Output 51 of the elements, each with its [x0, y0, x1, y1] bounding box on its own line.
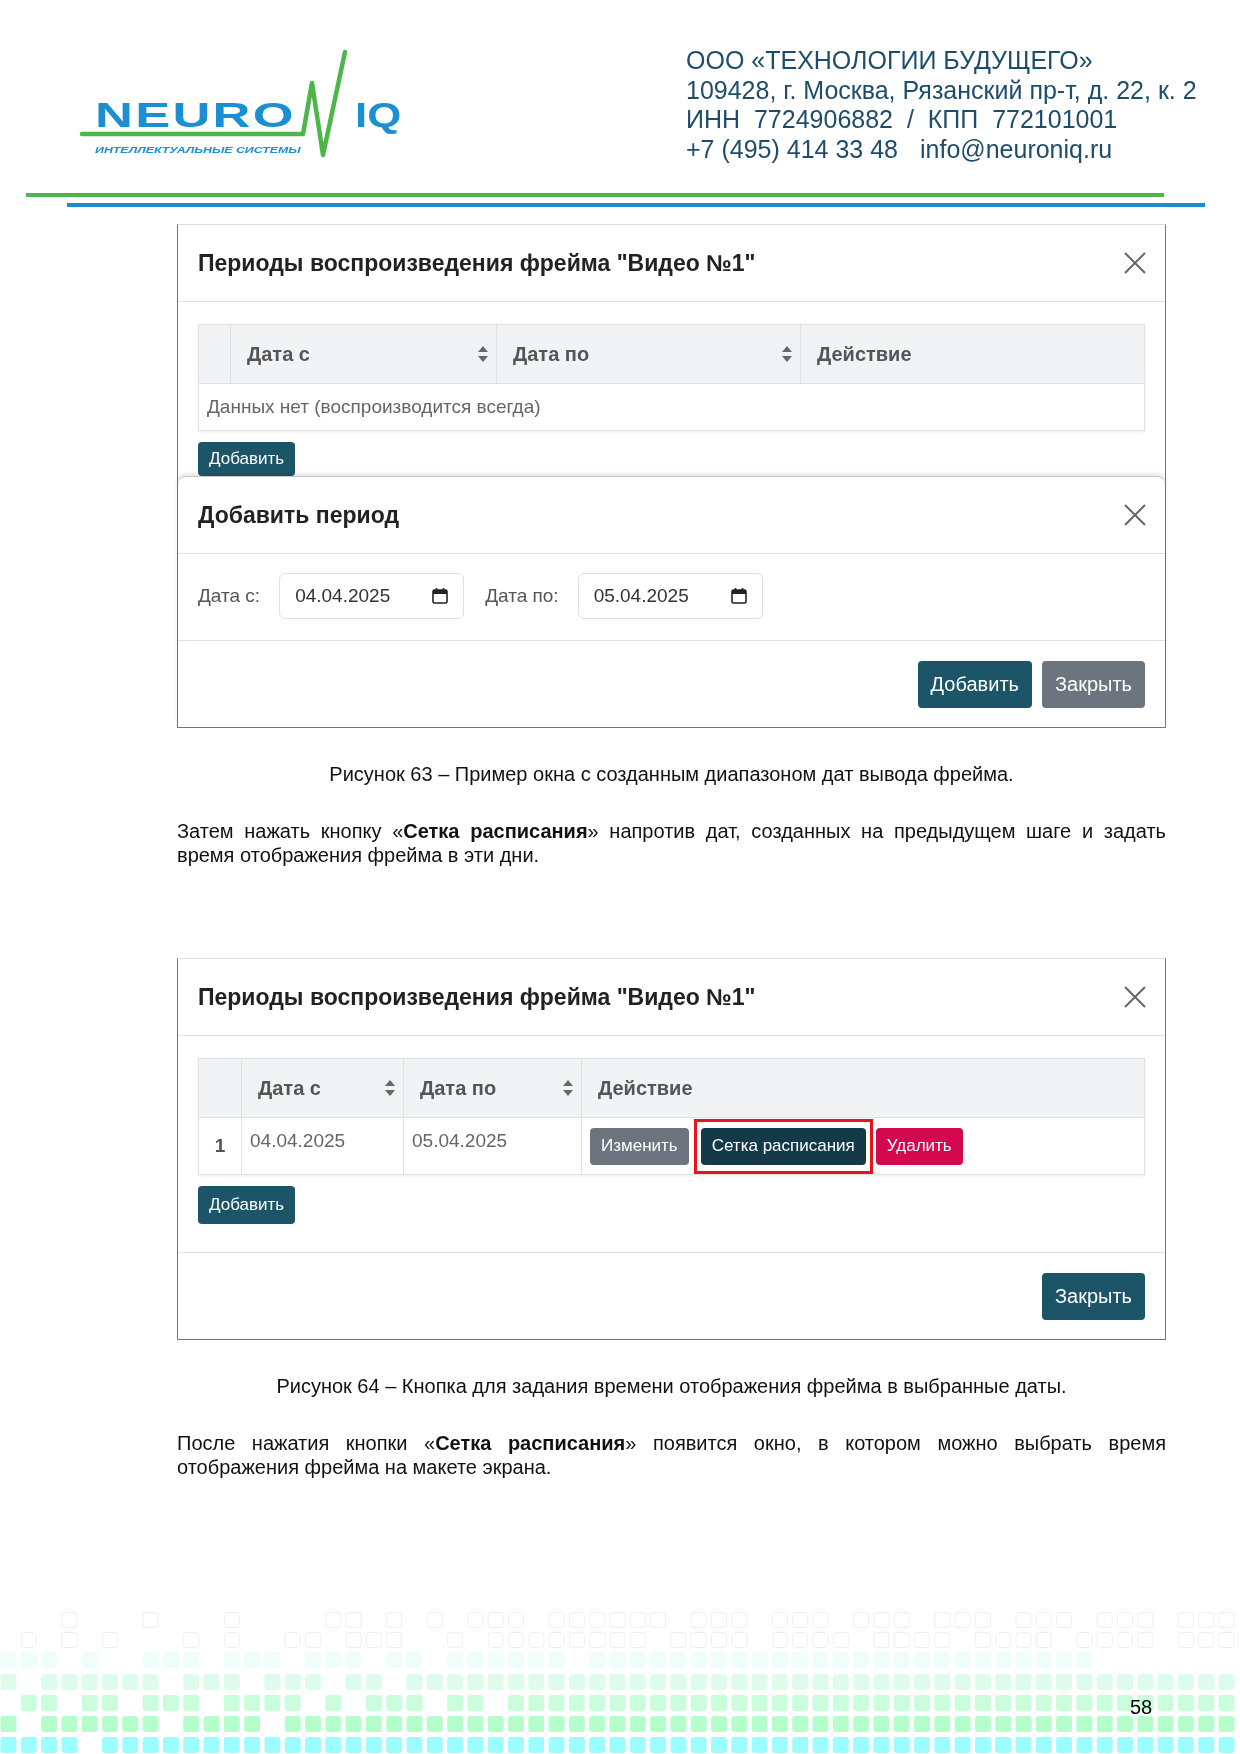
logo-wordmark: IQ — [355, 97, 402, 132]
row-action-button[interactable]: Сетка расписания — [700, 1127, 866, 1165]
dialog-title: Периоды воспроизведения фрейма "Видео №1" — [198, 249, 756, 277]
column-header: Действие — [800, 325, 1144, 383]
add-button[interactable]: Добавить — [198, 442, 296, 476]
column-header[interactable]: Дата по — [403, 1059, 581, 1117]
company-info-line: 109428, г. Москва, Рязанский пр-т, д. 22, к. 2 — [686, 75, 1197, 105]
column-header[interactable]: Дата с — [230, 325, 496, 383]
dialog-button[interactable]: Закрыть — [1041, 661, 1145, 708]
calendar-icon — [730, 588, 747, 604]
close-button[interactable] — [1124, 252, 1146, 274]
page-number: 58 — [1130, 1696, 1153, 1719]
column-header[interactable]: Дата с — [241, 1059, 403, 1117]
dialog-title: Добавить период — [198, 501, 399, 529]
close-button[interactable] — [1124, 986, 1146, 1008]
figure-caption: Рисунок 64 – Кнопка для задания времени отображения фрейма в выбранные даты. — [275, 1374, 1068, 1398]
close-icon — [1124, 504, 1146, 526]
logo-wordmark: NEURO — [95, 97, 296, 132]
field-label: Дата с: — [198, 585, 261, 607]
body-paragraph: После нажатия кнопки «Сетка расписания» появится окно, в котором можно выбрать время отображения фрейма на макете экрана. — [177, 1431, 1166, 1479]
row-action-button[interactable]: Изменить — [590, 1127, 689, 1165]
sort-icon — [782, 346, 792, 362]
dialog-title: Периоды воспроизведения фрейма "Видео №1" — [198, 983, 756, 1011]
date-input[interactable]: 04.04.2025 — [279, 573, 465, 619]
row-action-button[interactable]: Удалить — [875, 1127, 963, 1165]
table-cell: 04.04.2025 — [241, 1118, 403, 1174]
dialog-button[interactable]: Закрыть — [1041, 1273, 1145, 1320]
body-paragraph: Затем нажать кнопку «Сетка расписания» напротив дат, созданных на предыдущем шаге и задать время отображения фрейма в эти дни. — [177, 819, 1166, 867]
sort-icon — [563, 1080, 573, 1096]
logo-pulse-line-icon — [79, 49, 348, 158]
field-label: Дата по: — [485, 585, 559, 607]
logo-tagline: ИНТЕЛЛЕКТУАЛЬНЫЕ СИСТЕМЫ — [95, 145, 301, 155]
company-info-line: ООО «ТЕХНОЛОГИИ БУДУЩЕГО» — [686, 46, 1094, 76]
calendar-icon — [432, 588, 449, 604]
email-address: info@neuroniq.ru — [920, 134, 1113, 164]
sort-icon — [385, 1080, 395, 1096]
sort-icon — [478, 346, 488, 362]
figure-caption: Рисунок 63 – Пример окна с созданным диапазоном дат вывода фрейма. — [328, 762, 1015, 786]
date-input[interactable]: 05.04.2025 — [577, 573, 763, 619]
close-icon — [1124, 986, 1146, 1008]
row-number-cell-text: 1 — [213, 1134, 227, 1158]
close-icon — [1124, 252, 1146, 274]
column-header[interactable]: Дата по — [496, 325, 800, 383]
table-cell: 05.04.2025 — [403, 1118, 581, 1174]
phone-number: +7 (495) 414 33 48 — [686, 134, 898, 164]
close-button[interactable] — [1124, 504, 1146, 526]
add-button[interactable]: Добавить — [198, 1186, 296, 1224]
empty-table-message: Данных нет (воспроизводится всегда) — [206, 395, 542, 419]
company-info-line: ИНН 7724906882 / КПП 772101001 — [686, 105, 1119, 135]
column-header: Действие — [581, 1059, 1144, 1117]
dialog-button[interactable]: Добавить — [917, 661, 1032, 708]
